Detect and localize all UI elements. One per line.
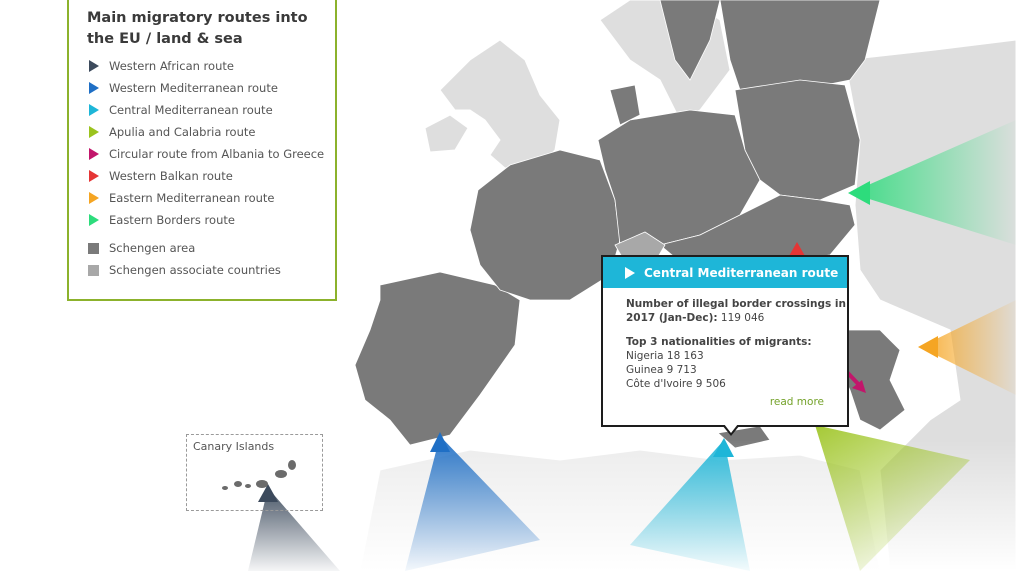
triangle-icon <box>89 126 99 138</box>
legend-item-area: Schengen area <box>87 237 335 259</box>
legend-item-label: Schengen associate countries <box>109 263 281 277</box>
nationality-item: Côte d'Ivoire 9 506 <box>626 378 726 390</box>
legend-item-route[interactable]: Circular route from Albania to Greece <box>87 143 335 165</box>
legend-item-route[interactable]: Eastern Mediterranean route <box>87 187 335 209</box>
canary-islands-inset: Canary Islands <box>186 434 323 511</box>
triangle-icon <box>89 170 99 182</box>
square-icon <box>88 264 99 276</box>
legend-item-label: Central Mediterranean route <box>109 103 273 117</box>
legend-item-route[interactable]: Western African route <box>87 55 335 77</box>
legend-item-label: Western African route <box>109 59 234 73</box>
triangle-icon <box>89 214 99 226</box>
nationalities-label: Top 3 nationalities of migrants: <box>626 336 812 348</box>
legend-item-route[interactable]: Eastern Borders route <box>87 209 335 231</box>
legend-item-label: Eastern Mediterranean route <box>109 191 275 205</box>
popup-title: Central Mediterranean route <box>644 265 839 280</box>
route-info-popup: Central Mediterranean route Number of il… <box>601 255 849 427</box>
popup-pointer-inner <box>724 424 738 433</box>
popup-header: Central Mediterranean route <box>603 257 847 288</box>
triangle-icon <box>89 148 99 160</box>
legend-item-label: Western Balkan route <box>109 169 233 183</box>
legend-item-route[interactable]: Western Mediterranean route <box>87 77 335 99</box>
canary-islands-label: Canary Islands <box>193 440 275 453</box>
triangle-icon <box>89 104 99 116</box>
triangle-icon <box>89 192 99 204</box>
legend-item-label: Eastern Borders route <box>109 213 235 227</box>
nationality-item: Nigeria 18 163 <box>626 350 704 362</box>
legend-item-route[interactable]: Apulia and Calabria route <box>87 121 335 143</box>
legend-panel: Main migratory routes into the EU / land… <box>67 0 337 301</box>
square-icon <box>88 242 99 254</box>
legend-item-area: Schengen associate countries <box>87 259 335 281</box>
legend-routes: Western African route Western Mediterrane… <box>87 55 335 231</box>
legend-item-route[interactable]: Western Balkan route <box>87 165 335 187</box>
legend-item-label: Schengen area <box>109 241 196 255</box>
legend-title: Main migratory routes into the EU / land… <box>87 10 308 47</box>
triangle-icon <box>89 82 99 94</box>
read-more-link[interactable]: read more <box>770 396 824 408</box>
legend-item-label: Circular route from Albania to Greece <box>109 147 325 161</box>
legend-item-label: Western Mediterranean route <box>109 81 278 95</box>
triangle-icon <box>89 60 99 72</box>
legend-areas: Schengen area Schengen associate countrie… <box>87 237 335 281</box>
play-arrow-icon <box>625 266 635 279</box>
nationality-item: Guinea 9 713 <box>626 364 697 376</box>
legend-item-label: Apulia and Calabria route <box>109 125 256 139</box>
legend-item-route[interactable]: Central Mediterranean route <box>87 99 335 121</box>
crossings-value: 119 046 <box>720 312 765 324</box>
